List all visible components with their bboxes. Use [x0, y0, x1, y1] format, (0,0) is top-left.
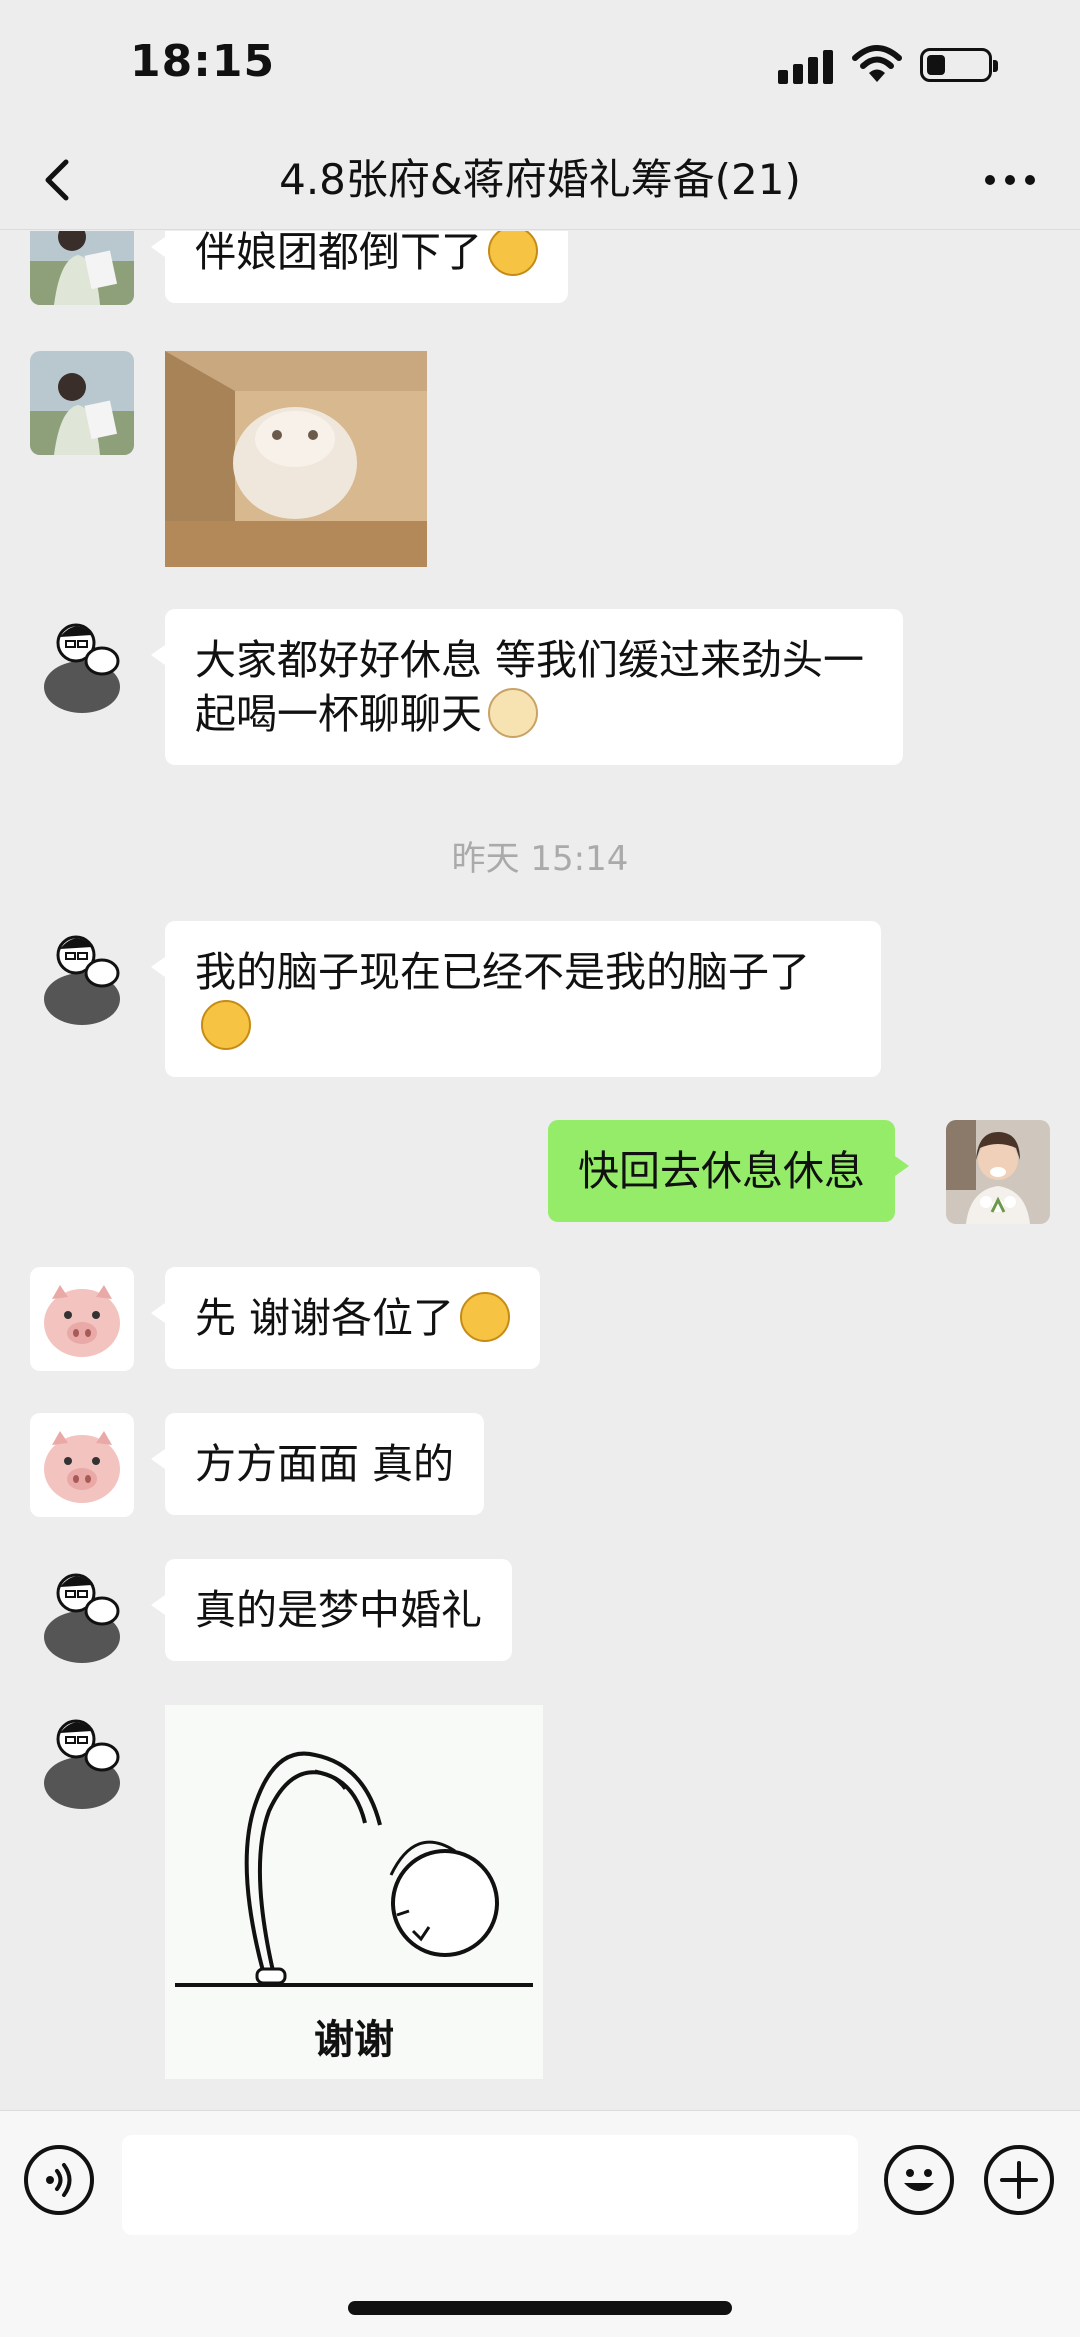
timestamp-divider: 昨天 15:14 [451, 839, 629, 879]
message-list[interactable]: 伴娘团都倒下了 大家都好好休息 等我们缓过来劲头一起喝一杯聊聊天 昨天 15:1… [0, 231, 1080, 2111]
woman-outdoor-avatar[interactable] [30, 351, 134, 455]
message-text: 方方面面 真的 [195, 1440, 455, 1488]
message-input[interactable] [122, 2135, 858, 2235]
message-text: 伴娘团都倒下了 [195, 231, 482, 276]
message-bubble[interactable]: 方方面面 真的 [150, 1413, 485, 1515]
cartoon-man-avatar[interactable] [30, 921, 134, 1025]
my-message-bubble[interactable]: 快回去休息休息 [548, 1120, 909, 1222]
smiley-icon [904, 2169, 934, 2191]
message-text: 先 谢谢各位了 [195, 1294, 455, 1342]
home-indicator [348, 2301, 732, 2315]
sticker-caption: 谢谢 [314, 2017, 394, 2063]
cellular-signal-icon [778, 48, 836, 84]
status-bar: 18:15 [0, 0, 1080, 130]
chat-title: 4.8张府&蒋府婚礼筹备(21) [279, 155, 801, 204]
hamster-in-corner-sticker[interactable] [165, 351, 427, 567]
message-bubble[interactable]: 伴娘团都倒下了 [151, 231, 568, 303]
teary-face-emoji [460, 1292, 511, 1342]
more-options-icon[interactable] [978, 148, 1042, 212]
woman-outdoor-avatar[interactable] [30, 231, 134, 305]
voice-input-button[interactable] [24, 2145, 94, 2215]
more-actions-button[interactable] [984, 2145, 1054, 2215]
wifi-icon [852, 45, 902, 82]
cartoon-man-avatar[interactable] [30, 609, 134, 713]
message-text: 真的是梦中婚礼 [195, 1586, 482, 1634]
plus-icon [1000, 2161, 1038, 2199]
doge-emoji [488, 688, 538, 738]
input-bar [0, 2110, 1080, 2337]
pig-avatar[interactable] [30, 1267, 134, 1371]
message-bubble[interactable]: 我的脑子现在已经不是我的脑子了 [151, 921, 881, 1077]
teary-face-emoji [201, 1000, 251, 1050]
bowing-figure-thanks-sticker[interactable]: 谢谢 [165, 1705, 543, 2079]
battery-icon [920, 48, 998, 82]
message-text: 我的脑子现在已经不是我的脑子了 [195, 948, 810, 996]
message-bubble[interactable]: 大家都好好休息 等我们缓过来劲头一起喝一杯聊聊天 [151, 609, 903, 765]
message-text: 快回去休息休息 [578, 1147, 865, 1195]
face-with-zipper-emoji [488, 231, 538, 276]
smiling-woman-avatar[interactable] [946, 1120, 1050, 1224]
message-bubble[interactable]: 先 谢谢各位了 [150, 1267, 541, 1369]
voice-icon [46, 2163, 72, 2197]
cartoon-man-avatar[interactable] [30, 1705, 134, 1809]
message-bubble[interactable]: 真的是梦中婚礼 [151, 1559, 512, 1661]
emoji-button[interactable] [884, 2145, 954, 2215]
status-time: 18:15 [130, 36, 276, 87]
pig-avatar[interactable] [30, 1413, 134, 1517]
cartoon-man-avatar[interactable] [30, 1559, 134, 1663]
chat-header: 4.8张府&蒋府婚礼筹备(21) [0, 130, 1080, 230]
